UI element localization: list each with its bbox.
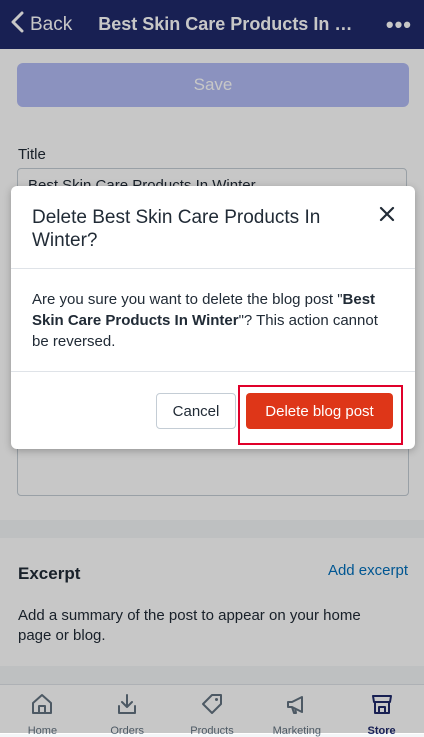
dialog-footer: Cancel Delete blog post <box>11 371 415 450</box>
delete-blog-post-button[interactable]: Delete blog post <box>246 393 393 429</box>
close-icon[interactable] <box>377 204 397 224</box>
delete-confirmation-dialog: Delete Best Skin Care Products In Winter… <box>11 186 415 449</box>
dialog-header: Delete Best Skin Care Products In Winter… <box>11 186 415 269</box>
dialog-title: Delete Best Skin Care Products In Winter… <box>32 207 321 251</box>
dialog-message-prefix: Are you sure you want to delete the blog… <box>32 291 343 308</box>
cancel-button[interactable]: Cancel <box>156 393 236 429</box>
dialog-message: Are you sure you want to delete the blog… <box>32 289 398 352</box>
